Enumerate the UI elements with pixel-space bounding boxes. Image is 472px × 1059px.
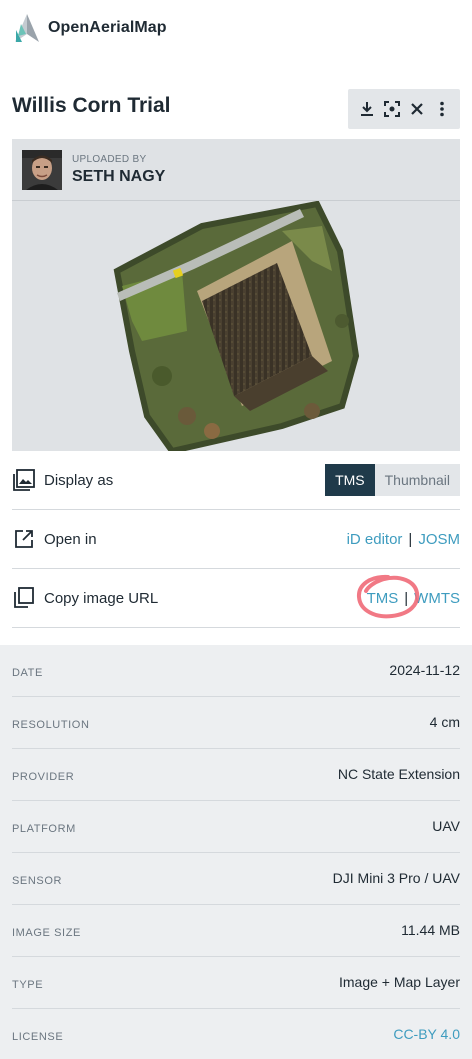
- focus-icon: [383, 101, 400, 117]
- app-name[interactable]: OpenAerialMap: [48, 19, 167, 37]
- image-preview[interactable]: [12, 200, 460, 455]
- avatar-photo: [22, 149, 62, 190]
- more-vertical-icon: [439, 101, 444, 117]
- metadata-row-date: DATE 2024-11-12: [12, 645, 460, 697]
- zoom-to-image-button[interactable]: [381, 98, 403, 120]
- metadata-row-license: LICENSE CC-BY 4.0: [12, 1009, 460, 1059]
- app-header: OpenAerialMap: [12, 12, 167, 44]
- copy-wmts-url-link[interactable]: WMTS: [414, 590, 460, 607]
- open-in-row: Open in iD editor | JOSM: [12, 510, 460, 569]
- metadata-key: IMAGE SIZE: [12, 927, 81, 939]
- metadata-key: LICENSE: [12, 1031, 64, 1043]
- metadata-key: PLATFORM: [12, 823, 76, 835]
- aerial-image-thumbnail: [113, 200, 360, 455]
- external-link-icon: [12, 527, 36, 551]
- link-separator: |: [408, 530, 413, 548]
- link-separator: |: [404, 589, 409, 607]
- metadata-value: 2024-11-12: [389, 662, 460, 678]
- copy-url-label: Copy image URL: [44, 589, 159, 607]
- metadata-key: TYPE: [12, 979, 44, 991]
- metadata-row-type: TYPE Image + Map Layer: [12, 957, 460, 1009]
- metadata-value: UAV: [432, 818, 460, 834]
- image-card: UPLOADED BY SETH NAGY: [12, 139, 460, 455]
- open-in-label: Open in: [44, 530, 97, 548]
- close-button[interactable]: [406, 98, 428, 120]
- display-mode-toggle: TMS Thumbnail: [325, 464, 460, 496]
- metadata-row-image-size: IMAGE SIZE 11.44 MB: [12, 905, 460, 957]
- metadata-key: RESOLUTION: [12, 719, 90, 731]
- metadata-panel: DATE 2024-11-12 RESOLUTION 4 cm PROVIDER…: [0, 645, 472, 1059]
- open-in-links: iD editor | JOSM: [347, 531, 460, 548]
- metadata-key: SENSOR: [12, 875, 63, 887]
- close-icon: [410, 103, 423, 115]
- image-title: Willis Corn Trial: [12, 94, 171, 117]
- metadata-value: 11.44 MB: [401, 922, 460, 938]
- metadata-row-resolution: RESOLUTION 4 cm: [12, 697, 460, 749]
- metadata-key: DATE: [12, 667, 43, 679]
- metadata-value: NC State Extension: [337, 766, 460, 782]
- display-as-label: Display as: [44, 471, 114, 489]
- download-icon: [360, 102, 373, 116]
- metadata-row-provider: PROVIDER NC State Extension: [12, 749, 460, 801]
- display-thumbnail-option[interactable]: Thumbnail: [374, 464, 460, 496]
- copy-icon: [12, 586, 36, 610]
- uploader-name[interactable]: SETH NAGY: [72, 168, 165, 186]
- metadata-value: DJI Mini 3 Pro / UAV: [332, 870, 460, 886]
- copy-tms-url-link[interactable]: TMS: [367, 590, 399, 607]
- copy-url-row: Copy image URL TMS | WMTS: [12, 569, 460, 628]
- download-button[interactable]: [356, 98, 378, 120]
- open-in-id-editor-link[interactable]: iD editor: [347, 531, 403, 548]
- copy-url-links: TMS | WMTS: [367, 590, 460, 607]
- metadata-value: Image + Map Layer: [338, 974, 460, 990]
- metadata-row-sensor: SENSOR DJI Mini 3 Pro / UAV: [12, 853, 460, 905]
- image-icon: [12, 468, 36, 492]
- more-options-button[interactable]: [431, 98, 453, 120]
- metadata-value: 4 cm: [429, 714, 460, 730]
- display-as-row: Display as TMS Thumbnail: [12, 451, 460, 510]
- image-toolbar: [348, 89, 460, 129]
- uploaded-by-caption: UPLOADED BY: [72, 153, 147, 165]
- metadata-key: PROVIDER: [12, 771, 75, 783]
- license-link[interactable]: CC-BY 4.0: [393, 1026, 460, 1042]
- openaerialmap-logo-icon: [15, 14, 39, 42]
- display-tms-option[interactable]: TMS: [325, 464, 375, 496]
- open-in-josm-link[interactable]: JOSM: [418, 531, 460, 548]
- uploader-info: UPLOADED BY SETH NAGY: [12, 139, 460, 201]
- metadata-row-platform: PLATFORM UAV: [12, 801, 460, 853]
- avatar[interactable]: [22, 149, 62, 190]
